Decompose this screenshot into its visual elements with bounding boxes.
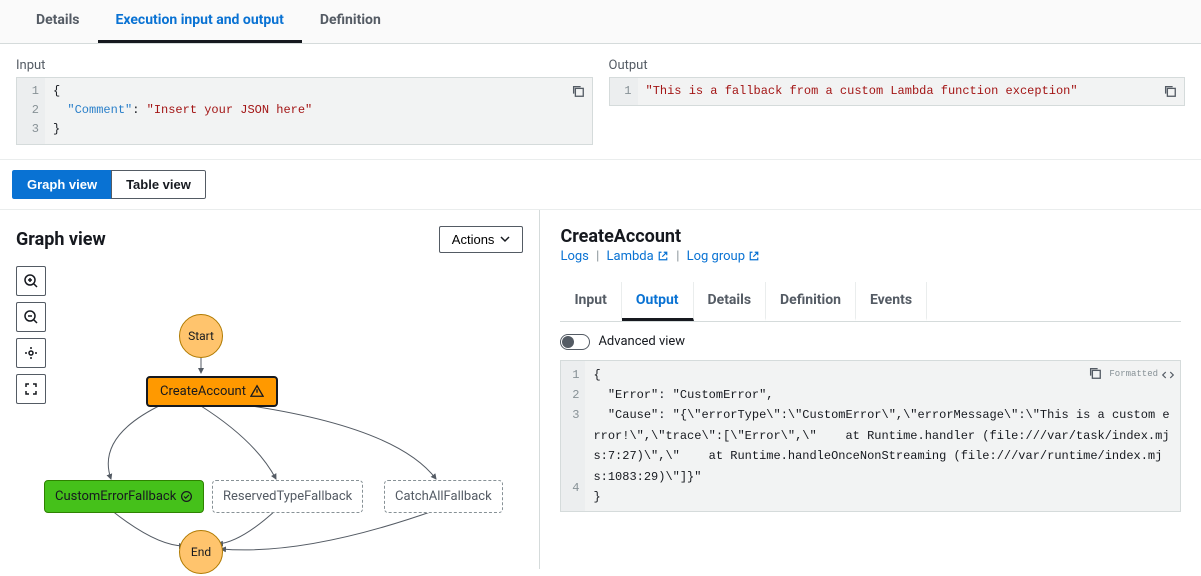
check-circle-icon bbox=[180, 490, 193, 503]
node-custom-error-fallback[interactable]: CustomErrorFallback bbox=[44, 480, 204, 513]
state-title: CreateAccount bbox=[560, 226, 1181, 247]
split-view: Graph view Actions bbox=[0, 209, 1201, 569]
tab-definition[interactable]: Definition bbox=[302, 0, 399, 43]
code-icon bbox=[1162, 369, 1174, 381]
node-create-account[interactable]: CreateAccount bbox=[146, 376, 278, 407]
output-code[interactable]: "This is a fallback from a custom Lambda… bbox=[638, 78, 1086, 105]
input-code-box: 1 2 3 { "Comment": "Insert your JSON her… bbox=[16, 77, 593, 145]
output-code-box: 1 "This is a fallback from a custom Lamb… bbox=[609, 77, 1186, 106]
subtab-output[interactable]: Output bbox=[622, 282, 694, 321]
chevron-down-icon bbox=[500, 234, 510, 244]
input-gutter: 1 2 3 bbox=[17, 78, 45, 144]
copy-output-button[interactable] bbox=[1160, 82, 1180, 102]
copy-icon bbox=[1088, 366, 1102, 380]
subtab-input[interactable]: Input bbox=[560, 282, 621, 321]
advanced-view-toggle[interactable] bbox=[560, 334, 590, 350]
graph-pane: Graph view Actions bbox=[0, 210, 540, 569]
node-end[interactable]: End bbox=[179, 530, 223, 574]
node-start[interactable]: Start bbox=[179, 314, 223, 358]
copy-icon bbox=[571, 84, 585, 98]
io-section: Input 1 2 3 { "Comment": "Insert your JS… bbox=[0, 44, 1201, 160]
view-toggle: Graph view Table view bbox=[0, 160, 1201, 209]
input-label: Input bbox=[16, 58, 593, 73]
output-label: Output bbox=[609, 58, 1186, 73]
detail-pane: CreateAccount Logs | Lambda | Log group … bbox=[540, 210, 1201, 569]
copy-state-output-button[interactable] bbox=[1085, 365, 1105, 385]
node-reserved-type-fallback[interactable]: ReservedTypeFallback bbox=[212, 480, 363, 513]
copy-input-button[interactable] bbox=[568, 82, 588, 102]
subtab-definition[interactable]: Definition bbox=[766, 282, 856, 321]
graph-canvas[interactable]: Start CreateAccount CustomErrorFallback … bbox=[16, 266, 523, 569]
external-link-icon bbox=[657, 250, 669, 262]
node-catch-all-fallback[interactable]: CatchAllFallback bbox=[384, 480, 503, 513]
state-links: Logs | Lambda | Log group bbox=[560, 249, 1181, 264]
output-gutter: 1 bbox=[610, 78, 638, 105]
subtab-events[interactable]: Events bbox=[856, 282, 927, 321]
external-link-icon bbox=[748, 250, 760, 262]
advanced-view-label: Advanced view bbox=[598, 334, 685, 349]
tab-execution-io[interactable]: Execution input and output bbox=[98, 0, 302, 43]
detail-tabs: Input Output Details Definition Events bbox=[560, 282, 1181, 322]
formatted-badge: Formatted bbox=[1085, 365, 1174, 385]
state-output-gutter: 1 2 3 4 bbox=[561, 361, 585, 512]
graph-view-button[interactable]: Graph view bbox=[12, 170, 111, 199]
state-output-json: 1 2 3 4 { "Error": "CustomError", "Cause… bbox=[560, 360, 1181, 513]
subtab-details[interactable]: Details bbox=[694, 282, 767, 321]
input-code[interactable]: { "Comment": "Insert your JSON here" } bbox=[45, 78, 320, 144]
logs-link[interactable]: Logs bbox=[560, 249, 588, 264]
graph-edges bbox=[16, 266, 516, 576]
top-tabs: Details Execution input and output Defin… bbox=[0, 0, 1201, 44]
tab-details[interactable]: Details bbox=[18, 0, 98, 43]
copy-icon bbox=[1163, 84, 1177, 98]
log-group-link[interactable]: Log group bbox=[687, 249, 761, 264]
lambda-link[interactable]: Lambda bbox=[607, 249, 669, 264]
graph-title: Graph view bbox=[16, 229, 106, 250]
warning-icon bbox=[250, 384, 264, 398]
actions-button[interactable]: Actions bbox=[439, 226, 524, 253]
table-view-button[interactable]: Table view bbox=[111, 170, 206, 199]
